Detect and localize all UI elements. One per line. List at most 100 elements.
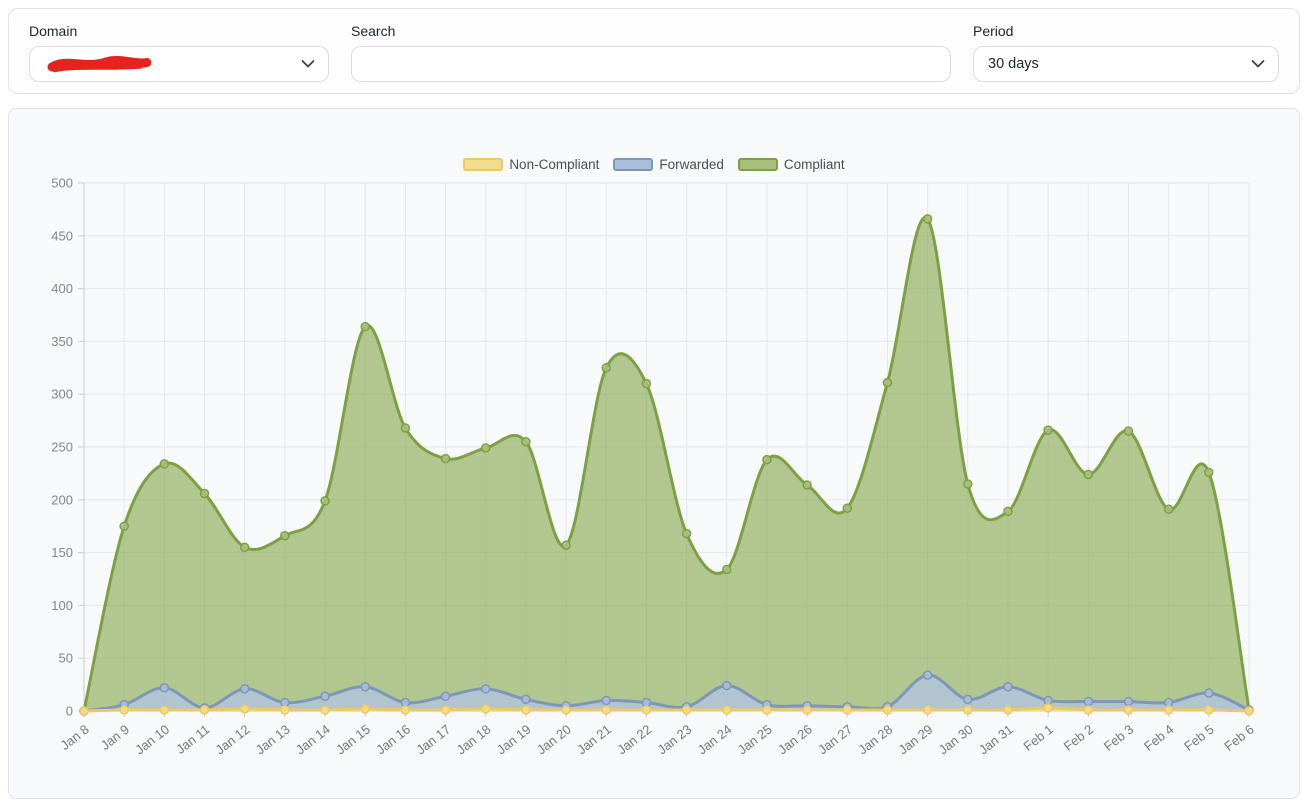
data-point xyxy=(1044,426,1052,434)
data-point xyxy=(1124,427,1132,435)
data-point xyxy=(442,706,450,714)
svg-text:Jan 23: Jan 23 xyxy=(654,722,694,758)
data-point xyxy=(1165,706,1173,714)
svg-text:Jan 20: Jan 20 xyxy=(534,722,574,758)
data-point xyxy=(964,706,972,714)
svg-text:Jan 24: Jan 24 xyxy=(695,722,735,758)
compliance-area-chart: 050100150200250300350400450500Jan 8Jan 9… xyxy=(9,109,1299,798)
data-point xyxy=(642,706,650,714)
data-point xyxy=(1004,706,1012,714)
legend-label-forwarded: Forwarded xyxy=(659,157,724,172)
svg-text:0: 0 xyxy=(66,704,73,719)
svg-text:250: 250 xyxy=(51,440,73,455)
legend-label-compliant: Compliant xyxy=(784,157,845,172)
search-input[interactable] xyxy=(351,46,951,82)
data-point xyxy=(201,706,209,714)
period-select-value: 30 days xyxy=(988,56,1039,72)
legend-swatch-non-compliant xyxy=(463,158,503,171)
data-point xyxy=(1084,706,1092,714)
data-point xyxy=(482,444,490,452)
period-label: Period xyxy=(973,23,1279,39)
data-point xyxy=(1205,468,1213,476)
chart-card: Non-Compliant Forwarded Compliant 050100… xyxy=(8,108,1300,799)
svg-text:50: 50 xyxy=(59,651,73,666)
svg-text:Jan 9: Jan 9 xyxy=(98,722,132,753)
redaction-mark xyxy=(44,54,156,74)
data-point xyxy=(1124,697,1132,705)
data-point xyxy=(1084,697,1092,705)
data-point xyxy=(843,504,851,512)
chevron-down-icon xyxy=(1251,60,1265,69)
data-point xyxy=(281,706,289,714)
svg-text:Feb 6: Feb 6 xyxy=(1221,722,1256,754)
data-point xyxy=(803,481,811,489)
data-point xyxy=(602,706,610,714)
data-point xyxy=(883,706,891,714)
legend-item-forwarded[interactable]: Forwarded xyxy=(613,157,724,172)
data-point xyxy=(201,489,209,497)
legend-swatch-compliant xyxy=(738,158,778,171)
data-point xyxy=(522,438,530,446)
data-point xyxy=(160,460,168,468)
data-point xyxy=(241,705,249,713)
data-point xyxy=(361,705,369,713)
legend-item-non-compliant[interactable]: Non-Compliant xyxy=(463,157,599,172)
x-axis-labels: Jan 8Jan 9Jan 10Jan 11Jan 12Jan 13Jan 14… xyxy=(58,722,1257,758)
chart-legend: Non-Compliant Forwarded Compliant xyxy=(9,157,1299,172)
svg-text:Jan 22: Jan 22 xyxy=(614,722,654,758)
svg-text:Jan 16: Jan 16 xyxy=(373,722,413,758)
data-point xyxy=(562,706,570,714)
page: Domain Search Period 30 days xyxy=(0,0,1310,807)
data-point xyxy=(80,707,88,715)
legend-swatch-forwarded xyxy=(613,158,653,171)
data-point xyxy=(281,532,289,540)
data-point xyxy=(321,706,329,714)
svg-text:400: 400 xyxy=(51,281,73,296)
data-point xyxy=(843,706,851,714)
data-point xyxy=(683,706,691,714)
search-field-group: Search xyxy=(351,23,951,93)
data-point xyxy=(120,706,128,714)
svg-text:Jan 17: Jan 17 xyxy=(413,722,453,758)
y-axis-labels: 050100150200250300350400450500 xyxy=(51,176,73,719)
data-point xyxy=(562,541,570,549)
legend-label-non-compliant: Non-Compliant xyxy=(509,157,599,172)
svg-text:Jan 21: Jan 21 xyxy=(574,722,614,758)
svg-text:450: 450 xyxy=(51,228,73,243)
data-point xyxy=(522,706,530,714)
domain-select[interactable] xyxy=(29,46,329,82)
data-point xyxy=(120,522,128,530)
data-point xyxy=(763,456,771,464)
data-point xyxy=(401,706,409,714)
domain-label: Domain xyxy=(29,23,329,39)
data-point xyxy=(482,705,490,713)
svg-text:Jan 12: Jan 12 xyxy=(213,722,253,758)
data-point xyxy=(401,424,409,432)
svg-text:Jan 29: Jan 29 xyxy=(895,722,935,758)
data-point xyxy=(1205,689,1213,697)
svg-text:Jan 25: Jan 25 xyxy=(735,722,775,758)
data-point xyxy=(1004,683,1012,691)
data-point xyxy=(763,706,771,714)
svg-text:Feb 2: Feb 2 xyxy=(1061,722,1096,754)
data-point xyxy=(1124,706,1132,714)
data-point xyxy=(683,530,691,538)
data-point xyxy=(642,380,650,388)
data-point xyxy=(160,684,168,692)
svg-text:Jan 15: Jan 15 xyxy=(333,722,373,758)
legend-item-compliant[interactable]: Compliant xyxy=(738,157,845,172)
data-point xyxy=(321,497,329,505)
data-point xyxy=(1004,507,1012,515)
data-point xyxy=(160,706,168,714)
data-point xyxy=(1084,470,1092,478)
svg-text:Feb 3: Feb 3 xyxy=(1101,722,1136,754)
period-select[interactable]: 30 days xyxy=(973,46,1279,82)
svg-text:Jan 11: Jan 11 xyxy=(173,722,212,757)
svg-text:Jan 19: Jan 19 xyxy=(494,722,534,758)
svg-text:Jan 26: Jan 26 xyxy=(775,722,815,758)
svg-text:350: 350 xyxy=(51,334,73,349)
data-point xyxy=(723,706,731,714)
svg-text:Feb 4: Feb 4 xyxy=(1141,722,1176,754)
svg-text:Feb 1: Feb 1 xyxy=(1021,722,1056,754)
data-point xyxy=(602,696,610,704)
